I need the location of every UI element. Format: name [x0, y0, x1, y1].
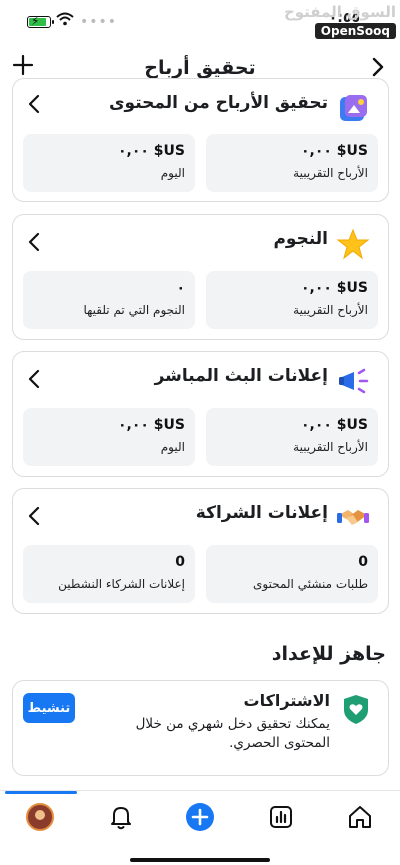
stat-value: US$ ٠,٠٠: [300, 143, 368, 159]
stat-value: US$ ٠,٠٠: [117, 143, 185, 159]
create-plus-icon[interactable]: [186, 803, 214, 831]
stat-label: الأرباح التقريبية: [293, 440, 368, 454]
card-header[interactable]: إعلانات الشراكة: [13, 489, 388, 549]
stat-stars-received: ٠ النجوم التي تم تلقيها: [23, 271, 195, 329]
chevron-left-icon[interactable]: [27, 231, 41, 253]
battery-icon: ⚡: [27, 14, 54, 28]
home-indicator: [130, 858, 270, 862]
activate-button[interactable]: تنشيط: [23, 693, 75, 723]
stars-card[interactable]: النجوم US$ ٠,٠٠ الأرباح التقريبية ٠ النج…: [12, 214, 389, 340]
stat-estimated-earnings: US$ ٠,٠٠ الأرباح التقريبية: [206, 134, 378, 192]
stat-label: النجوم التي تم تلقيها: [83, 303, 185, 317]
wifi-icon: [56, 12, 74, 26]
subscriptions-card[interactable]: الاشتراكات يمكنك تحقيق دخل شهري من خلال …: [12, 680, 389, 776]
stat-value: US$ ٠,٠٠: [300, 417, 368, 433]
watermark-arabic: السوق المفتوح: [283, 3, 396, 21]
stat-estimated-earnings: US$ ٠,٠٠ الأرباح التقريبية: [206, 408, 378, 466]
bell-icon[interactable]: [107, 803, 135, 831]
handshake-icon: [337, 510, 369, 525]
stat-active-partner-ads: 0 إعلانات الشركاء النشطين: [23, 545, 195, 603]
card-header[interactable]: إعلانات البث المباشر: [13, 352, 388, 412]
bottom-nav: [0, 790, 400, 865]
subscriptions-description: يمكنك تحقيق دخل شهري من خلال المحتوى الح…: [135, 716, 330, 751]
signal-dots-icon: ••••: [80, 14, 118, 30]
chevron-left-icon[interactable]: [27, 505, 41, 527]
live-ads-card[interactable]: إعلانات البث المباشر US$ ٠,٠٠ الأرباح ال…: [12, 351, 389, 477]
subscriptions-title: الاشتراكات: [243, 691, 331, 710]
card-header[interactable]: النجوم: [13, 215, 388, 275]
star-icon: [336, 228, 370, 260]
stat-today: US$ ٠,٠٠ اليوم: [23, 134, 195, 192]
stat-value: 0: [358, 554, 368, 570]
stat-value: 0: [175, 554, 185, 570]
stat-label: طلبات منشئي المحتوى: [253, 577, 368, 591]
stat-value: US$ ٠,٠٠: [117, 417, 185, 433]
chevron-left-icon[interactable]: [27, 368, 41, 390]
chevron-right-icon[interactable]: [370, 56, 386, 78]
stat-today: US$ ٠,٠٠ اليوم: [23, 408, 195, 466]
stat-label: الأرباح التقريبية: [293, 166, 368, 180]
card-title: إعلانات البث المباشر: [154, 366, 328, 386]
watermark-english: OpenSooq: [314, 23, 396, 39]
chevron-left-icon[interactable]: [27, 93, 41, 115]
stat-value: US$ ٠,٠٠: [300, 280, 368, 296]
stat-label: إعلانات الشركاء النشطين: [58, 577, 185, 591]
shield-heart-icon: [344, 695, 368, 724]
section-title: جاهز للإعداد: [271, 643, 386, 665]
page-title: تحقيق أرباح: [144, 57, 256, 79]
stat-estimated-earnings: US$ ٠,٠٠ الأرباح التقريبية: [206, 271, 378, 329]
home-icon[interactable]: [346, 803, 374, 831]
megaphone-icon: [339, 368, 369, 394]
charging-bolt-icon: ⚡: [31, 14, 40, 28]
profile-avatar[interactable]: [26, 803, 54, 831]
stat-label: اليوم: [160, 166, 185, 180]
status-bar: ⚡ •••• ٠:٥٥ السوق المفتوح OpenSooq: [0, 0, 400, 44]
active-tab-indicator: [5, 791, 77, 794]
content-monetization-card[interactable]: تحقيق الأرباح من المحتوى US$ ٠,٠٠ الأربا…: [12, 78, 389, 202]
insights-icon[interactable]: [267, 803, 295, 831]
stat-label: اليوم: [160, 440, 185, 454]
photo-video-icon: [340, 95, 367, 121]
card-title: إعلانات الشراكة: [195, 503, 328, 523]
partnership-ads-card[interactable]: إعلانات الشراكة 0 طلبات منشئي المحتوى 0 …: [12, 488, 389, 614]
stat-value: ٠: [176, 280, 185, 296]
watermark: السوق المفتوح OpenSooq: [284, 4, 396, 39]
card-title: النجوم: [273, 229, 328, 249]
card-title: تحقيق الأرباح من المحتوى: [108, 93, 328, 113]
stat-creator-requests: 0 طلبات منشئي المحتوى: [206, 545, 378, 603]
stat-label: الأرباح التقريبية: [293, 303, 368, 317]
